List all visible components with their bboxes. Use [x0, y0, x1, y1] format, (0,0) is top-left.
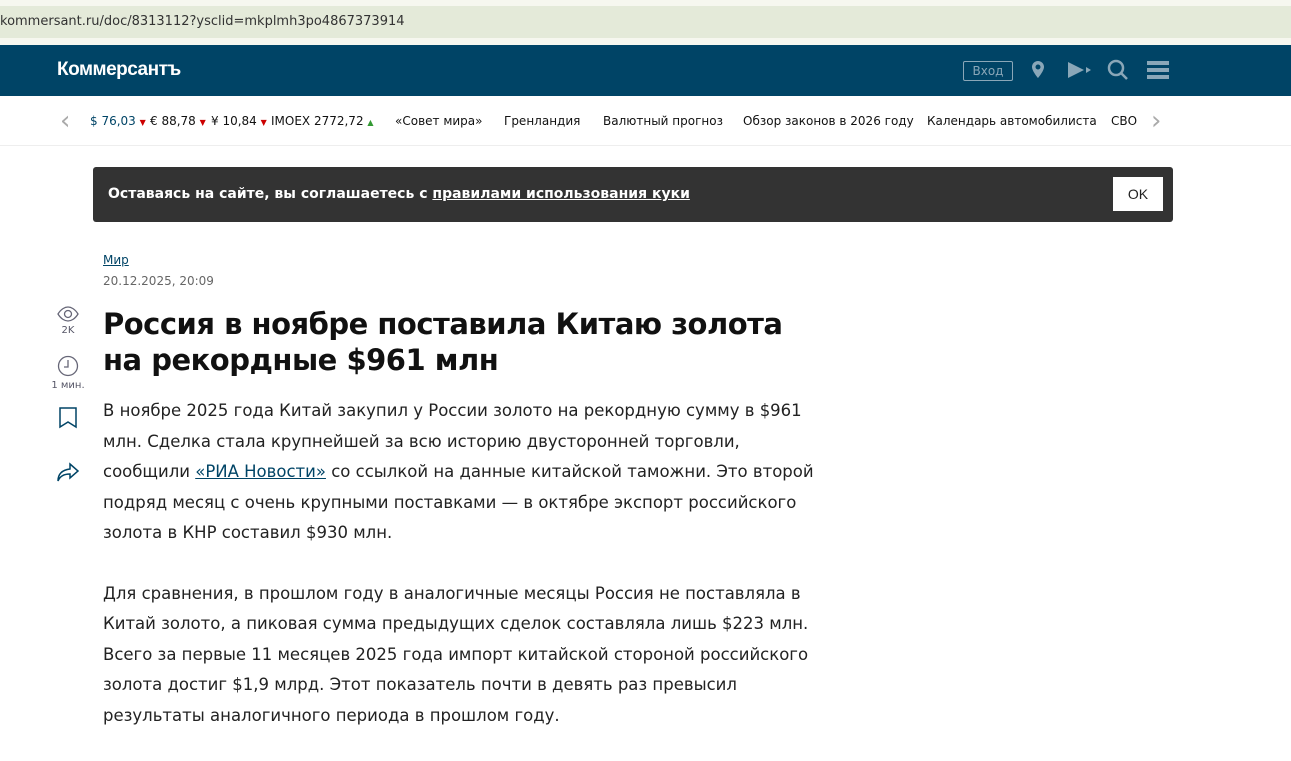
down-arrow-icon: ▼	[260, 118, 267, 127]
ticker-link[interactable]: Календарь автомобилиста	[927, 114, 1097, 128]
ticker-link[interactable]: СВО	[1111, 114, 1137, 128]
ticker-link[interactable]: Валютный прогноз	[603, 114, 723, 128]
publish-date: 20.12.2025, 20:09	[103, 274, 214, 288]
ticker-link[interactable]: Обзор законов в 2026 году	[743, 114, 914, 128]
clock-icon	[57, 355, 79, 377]
rate-imoex[interactable]: IMOEX 2772,72 ▲	[271, 114, 374, 128]
rubric-link[interactable]: Мир	[103, 253, 129, 267]
article-body: В ноябре 2025 года Китай закупил у Росси…	[103, 396, 823, 761]
bookmark-button[interactable]	[50, 407, 86, 432]
paragraph: Для сравнения, в прошлом году в аналогич…	[103, 583, 809, 725]
search-icon[interactable]	[1106, 58, 1130, 82]
ticker-link[interactable]: «Совет мира»	[395, 114, 483, 128]
cookie-text: Оставаясь на сайте, вы соглашаетесь с	[108, 186, 433, 202]
login-button[interactable]: Вход	[963, 61, 1013, 81]
location-icon[interactable]	[1026, 58, 1050, 82]
radio-fm-icon[interactable]	[1066, 58, 1091, 82]
down-arrow-icon: ▼	[139, 118, 146, 127]
views-counter: 2K	[50, 306, 86, 336]
ticker-bar: ‹ $ 76,03 ▼ € 88,78 ▼ ¥ 10,84 ▼ IMOEX 27…	[0, 96, 1291, 146]
up-arrow-icon: ▲	[367, 118, 374, 127]
views-count: 2K	[61, 325, 75, 336]
cookie-banner: Оставаясь на сайте, вы соглашаетесь с пр…	[93, 167, 1173, 222]
bookmark-icon	[59, 407, 77, 429]
ria-link[interactable]: «РИА Новости»	[195, 462, 326, 481]
rate-usd[interactable]: $ 76,03 ▼	[90, 114, 146, 128]
share-button[interactable]	[50, 462, 86, 487]
menu-icon[interactable]	[1146, 58, 1170, 82]
down-arrow-icon: ▼	[199, 118, 206, 127]
cookie-ok-button[interactable]: OK	[1113, 177, 1163, 211]
paragraph: В ноябре 2025 года Китай закупил у Росси…	[103, 401, 814, 542]
eye-icon	[57, 306, 79, 322]
rate-cny[interactable]: ¥ 10,84 ▼	[211, 114, 267, 128]
share-icon	[57, 462, 80, 482]
ticker-link[interactable]: Гренландия	[504, 114, 580, 128]
article-title: Россия в ноябре поставила Китаю золота н…	[103, 307, 783, 377]
browser-bar: kommersant.ru/doc/8313112?ysclid=mkplmh3…	[0, 0, 1291, 45]
cookie-policy-link[interactable]: правилами использования куки	[432, 186, 690, 202]
chevron-left-icon[interactable]: ‹	[60, 106, 70, 136]
read-time-label: 1 мин.	[51, 380, 85, 391]
rate-eur[interactable]: € 88,78 ▼	[150, 114, 206, 128]
url-input[interactable]: kommersant.ru/doc/8313112?ysclid=mkplmh3…	[0, 6, 1291, 38]
read-time: 1 мин.	[50, 355, 86, 391]
chevron-right-icon[interactable]: ›	[1151, 106, 1161, 136]
site-header: Коммерсантъ Вход	[0, 45, 1291, 96]
site-logo[interactable]: Коммерсантъ	[57, 59, 181, 81]
